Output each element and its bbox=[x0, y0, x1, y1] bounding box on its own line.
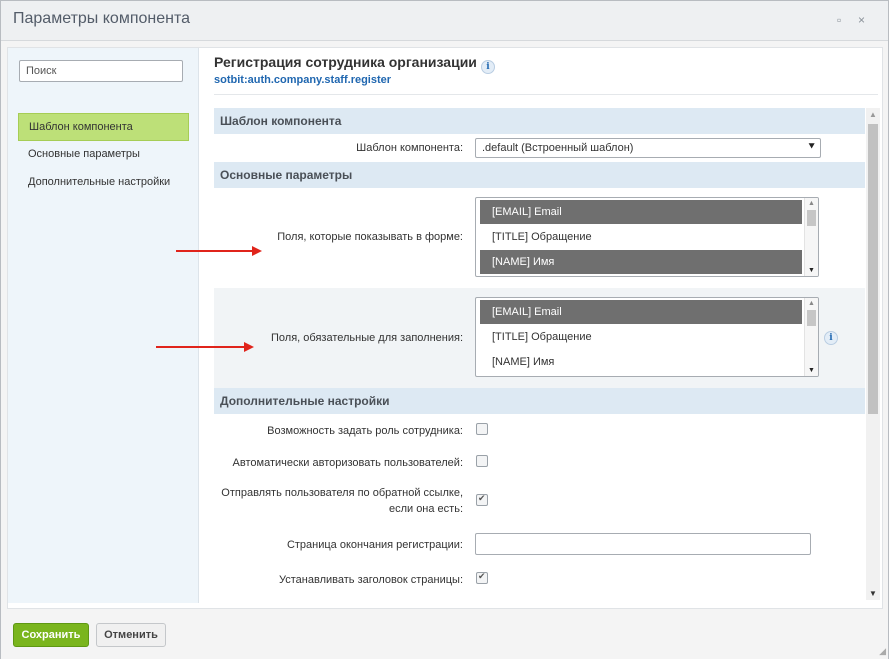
dialog-content: Шаблон компонента Основные параметры Доп… bbox=[7, 47, 883, 609]
set-title-row: Устанавливать заголовок страницы: bbox=[214, 562, 865, 594]
annotation-arrow bbox=[176, 246, 262, 256]
back-url-row: Отправлять пользователя по обратной ссыл… bbox=[214, 478, 865, 524]
back-url-label: Отправлять пользователя по обратной ссыл… bbox=[221, 485, 463, 517]
scroll-thumb[interactable] bbox=[807, 310, 816, 326]
sidebar-item-template[interactable]: Шаблон компонента bbox=[18, 113, 189, 141]
required-fields-listbox[interactable]: [EMAIL] Email [TITLE] Обращение [NAME] И… bbox=[475, 297, 819, 377]
section-main: Основные параметры bbox=[214, 162, 865, 188]
template-select[interactable]: .default (Встроенный шаблон) ⯆ bbox=[475, 138, 821, 158]
set-title-label: Устанавливать заголовок страницы: bbox=[279, 574, 463, 586]
template-label: Шаблон компонента: bbox=[356, 142, 463, 154]
dialog-title: Параметры компонента bbox=[13, 10, 190, 27]
main-scrollbar[interactable]: ▲ ▼ bbox=[866, 108, 880, 600]
scroll-down-icon[interactable]: ▼ bbox=[808, 267, 815, 274]
cancel-button[interactable]: Отменить bbox=[96, 623, 166, 647]
component-title: Регистрация сотрудника организации i bbox=[214, 54, 495, 74]
component-title-text: Регистрация сотрудника организации bbox=[214, 54, 477, 70]
save-button[interactable]: Сохранить bbox=[13, 623, 89, 647]
sidebar-item-extra-settings[interactable]: Дополнительные настройки bbox=[18, 169, 189, 197]
required-fields-row: Поля, обязательные для заполнения: [EMAI… bbox=[214, 288, 865, 388]
show-fields-label: Поля, которые показывать в форме: bbox=[277, 231, 463, 243]
back-url-label-line1: Отправлять пользователя по обратной ссыл… bbox=[221, 487, 463, 499]
list-option[interactable]: [TITLE] Обращение bbox=[480, 325, 802, 349]
resize-handle-icon[interactable]: ◢ bbox=[879, 646, 886, 657]
set-title-checkbox[interactable] bbox=[476, 571, 488, 584]
header-divider bbox=[214, 94, 878, 95]
scroll-down-icon[interactable]: ▼ bbox=[869, 589, 877, 598]
role-label: Возможность задать роль сотрудника: bbox=[267, 425, 463, 437]
scroll-up-icon[interactable]: ▲ bbox=[808, 200, 815, 207]
back-url-label-line2: если она есть: bbox=[388, 503, 463, 515]
scroll-thumb[interactable] bbox=[807, 210, 816, 226]
minimize-icon[interactable]: ▫ bbox=[837, 13, 841, 27]
listbox-scrollbar[interactable]: ▲ ▼ bbox=[804, 298, 818, 376]
chevron-down-icon: ⯆ bbox=[807, 141, 816, 153]
back-url-checkbox[interactable] bbox=[476, 493, 488, 506]
list-option[interactable]: [NAME] Имя bbox=[480, 350, 802, 374]
scroll-up-icon[interactable]: ▲ bbox=[808, 300, 815, 307]
scroll-thumb[interactable] bbox=[868, 124, 878, 414]
auto-auth-row: Автоматически авторизовать пользователей… bbox=[214, 446, 865, 478]
list-option[interactable]: [NAME] Имя bbox=[480, 250, 802, 274]
section-extra: Дополнительные настройки bbox=[214, 388, 865, 414]
sidebar: Шаблон компонента Основные параметры Доп… bbox=[8, 48, 199, 603]
scroll-up-icon[interactable]: ▲ bbox=[869, 110, 877, 119]
list-option[interactable]: [EMAIL] Email bbox=[480, 300, 802, 324]
dialog-footer: Сохранить Отменить ◢ bbox=[1, 613, 888, 659]
show-fields-listbox[interactable]: [EMAIL] Email [TITLE] Обращение [NAME] И… bbox=[475, 197, 819, 277]
list-option[interactable]: [EMAIL] Email bbox=[480, 200, 802, 224]
component-code: sotbit:auth.company.staff.register bbox=[214, 74, 392, 86]
list-option[interactable]: [TITLE] Обращение bbox=[480, 225, 802, 249]
role-checkbox[interactable] bbox=[476, 423, 488, 435]
role-row: Возможность задать роль сотрудника: bbox=[214, 414, 865, 446]
show-fields-row: Поля, которые показывать в форме: [EMAIL… bbox=[214, 188, 865, 288]
finish-page-row: Страница окончания регистрации: bbox=[214, 524, 865, 562]
sidebar-item-main-params[interactable]: Основные параметры bbox=[18, 141, 189, 169]
finish-page-input[interactable] bbox=[475, 533, 811, 555]
search-input[interactable] bbox=[19, 60, 183, 82]
scroll-down-icon[interactable]: ▼ bbox=[808, 367, 815, 374]
annotation-arrow bbox=[156, 342, 254, 352]
required-fields-label: Поля, обязательные для заполнения: bbox=[271, 332, 463, 344]
close-icon[interactable]: × bbox=[858, 13, 865, 27]
params-scroll-area[interactable]: Шаблон компонента Шаблон компонента: .de… bbox=[214, 108, 865, 600]
template-select-value: .default (Встроенный шаблон) bbox=[482, 142, 634, 154]
info-icon[interactable]: i bbox=[480, 60, 495, 74]
dialog-titlebar[interactable]: Параметры компонента ▫ × bbox=[1, 1, 888, 41]
sidebar-nav: Шаблон компонента Основные параметры Доп… bbox=[18, 113, 189, 197]
listbox-scrollbar[interactable]: ▲ ▼ bbox=[804, 198, 818, 276]
template-row: Шаблон компонента: .default (Встроенный … bbox=[214, 134, 865, 162]
auto-auth-checkbox[interactable] bbox=[476, 455, 488, 467]
component-params-dialog: Параметры компонента ▫ × Шаблон компонен… bbox=[0, 0, 889, 659]
section-template: Шаблон компонента bbox=[214, 108, 865, 134]
info-icon[interactable]: i bbox=[824, 331, 838, 345]
auto-auth-label: Автоматически авторизовать пользователей… bbox=[232, 457, 463, 469]
finish-page-label: Страница окончания регистрации: bbox=[286, 539, 463, 551]
